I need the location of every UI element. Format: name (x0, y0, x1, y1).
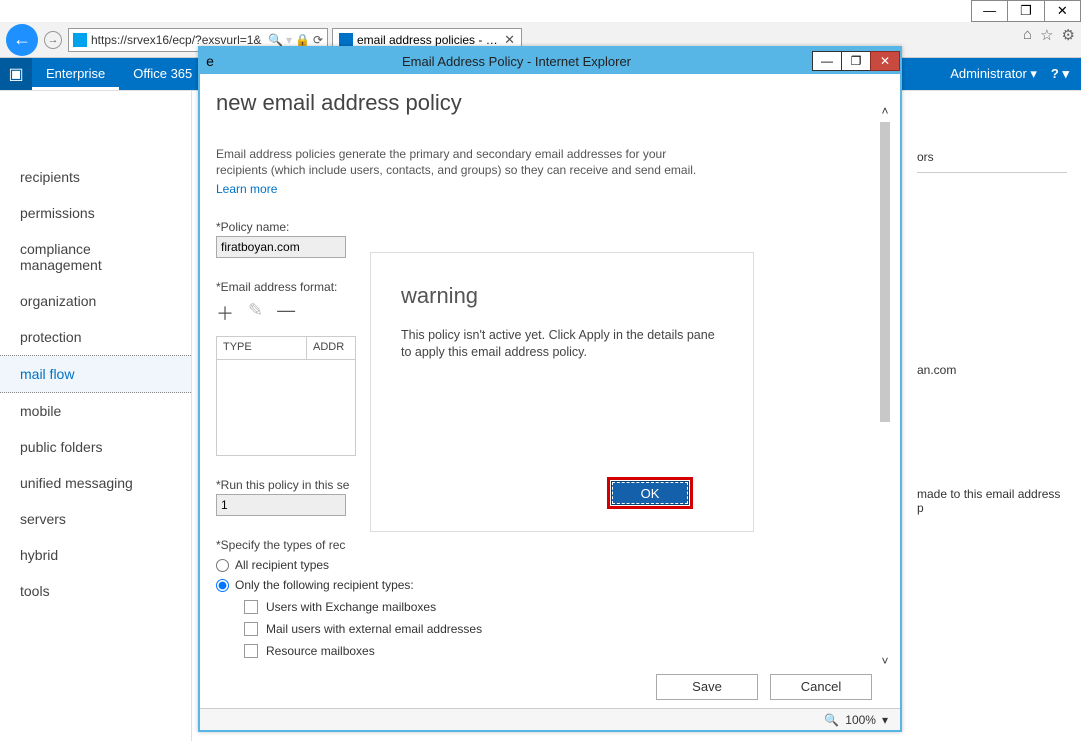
toolbar-right: ⌂ ☆ ⚙ (1023, 26, 1075, 44)
chk-exchange-mailboxes[interactable]: Users with Exchange mailboxes (244, 600, 884, 614)
checkbox-icon[interactable] (244, 644, 258, 658)
cancel-button[interactable]: Cancel (770, 674, 872, 700)
nav-tools[interactable]: tools (0, 573, 191, 609)
refresh-icon[interactable]: ⟳ (313, 33, 323, 47)
close-button[interactable]: ✕ (1044, 1, 1080, 21)
nav-recipients[interactable]: recipients (0, 159, 191, 195)
specify-label: *Specify the types of rec (216, 538, 884, 552)
tab-title: email address policies - Mic... (357, 33, 498, 47)
site-favicon-icon (73, 33, 87, 47)
zoom-value[interactable]: 100% (845, 713, 876, 727)
format-table-header: TYPE ADDR (216, 336, 356, 360)
help-menu[interactable]: ? ▾ (1051, 66, 1069, 82)
zoom-dropdown-icon[interactable]: ▾ (882, 713, 888, 727)
col-type: TYPE (217, 337, 307, 359)
modal-title-text: Email Address Policy - Internet Explorer (220, 54, 813, 69)
ok-highlight: OK (607, 477, 693, 509)
nav-unified-messaging[interactable]: unified messaging (0, 465, 191, 501)
details-heading-fragment: ors (917, 150, 1067, 164)
details-note-fragment: made to this email address p (917, 487, 1067, 515)
warning-message: This policy isn't active yet. Click Appl… (401, 327, 723, 361)
help-text: Email address policies generate the prim… (216, 146, 716, 178)
nav-organization[interactable]: organization (0, 283, 191, 319)
remove-icon[interactable]: — (277, 300, 295, 326)
details-pane: ors an.com made to this email address p (917, 150, 1067, 515)
nav-hybrid[interactable]: hybrid (0, 537, 191, 573)
outer-window-controls: — ❐ ✕ (971, 0, 1081, 22)
chk-resource-mailboxes[interactable]: Resource mailboxes (244, 644, 884, 658)
tab-enterprise[interactable]: Enterprise (32, 58, 119, 90)
ok-button[interactable]: OK (612, 482, 688, 504)
learn-more-link[interactable]: Learn more (216, 182, 277, 196)
search-icon[interactable]: 🔍 (268, 33, 283, 47)
modal-restore[interactable]: ❐ (841, 51, 871, 71)
scroll-up-icon[interactable]: ˄ (874, 104, 896, 118)
nav-mail-flow[interactable]: mail flow (0, 355, 191, 393)
restore-button[interactable]: ❐ (1007, 1, 1043, 21)
nav-permissions[interactable]: permissions (0, 195, 191, 231)
url-text: https://srvex16/ecp/?exsvurl=1& (91, 33, 264, 47)
tab-office365[interactable]: Office 365 (119, 58, 206, 90)
scroll-thumb[interactable] (880, 122, 890, 422)
radio-only-label: Only the following recipient types: (235, 578, 414, 592)
modal-heading: new email address policy (216, 90, 884, 116)
save-button[interactable]: Save (656, 674, 758, 700)
left-nav: recipients permissions compliance manage… (0, 91, 192, 741)
tab-favicon-icon (339, 33, 353, 47)
nav-public-folders[interactable]: public folders (0, 429, 191, 465)
policy-name-label: *Policy name: (216, 220, 884, 234)
modal-titlebar: e Email Address Policy - Internet Explor… (200, 48, 900, 74)
minimize-button[interactable]: — (972, 1, 1007, 21)
ie-icon: e (200, 53, 220, 69)
add-icon[interactable]: ＋ (216, 300, 234, 326)
settings-icon[interactable]: ⚙ (1062, 26, 1075, 44)
modal-close[interactable]: ✕ (870, 51, 900, 71)
chk3-label: Resource mailboxes (266, 644, 375, 658)
app-launcher-icon[interactable]: ▣ (0, 58, 32, 90)
sequence-input[interactable] (216, 494, 346, 516)
chk-mail-users[interactable]: Mail users with external email addresses (244, 622, 884, 636)
zoom-icon[interactable]: 🔍 (824, 713, 839, 727)
url-controls: 🔍 ▾ 🔒 ⟳ (268, 33, 323, 47)
modal-footer: Save Cancel (656, 674, 872, 700)
radio-only-types[interactable]: Only the following recipient types: (216, 578, 884, 592)
modal-minimize[interactable]: — (812, 51, 842, 71)
checkbox-icon[interactable] (244, 622, 258, 636)
lock-icon[interactable]: 🔒 (295, 33, 310, 47)
home-icon[interactable]: ⌂ (1023, 26, 1032, 44)
col-addr: ADDR (307, 337, 355, 359)
edit-icon[interactable]: ✎ (248, 300, 263, 326)
admin-menu[interactable]: Administrator ▾ (950, 66, 1037, 82)
details-domain-fragment: an.com (917, 363, 1067, 377)
scroll-down-icon[interactable]: ˅ (874, 654, 896, 668)
chk1-label: Users with Exchange mailboxes (266, 600, 436, 614)
radio-all-label: All recipient types (235, 558, 329, 572)
warning-title: warning (401, 283, 723, 309)
modal-status-bar: 🔍 100% ▾ (200, 708, 900, 730)
nav-compliance[interactable]: compliance management (0, 231, 191, 283)
format-table-body[interactable] (216, 360, 356, 456)
favorites-icon[interactable]: ☆ (1040, 26, 1053, 44)
nav-protection[interactable]: protection (0, 319, 191, 355)
modal-scrollbar[interactable]: ˄ ˅ (874, 104, 896, 668)
checkbox-icon[interactable] (244, 600, 258, 614)
policy-name-input[interactable] (216, 236, 346, 258)
chk2-label: Mail users with external email addresses (266, 622, 482, 636)
forward-button[interactable]: → (44, 31, 62, 49)
warning-dialog: warning This policy isn't active yet. Cl… (370, 252, 754, 532)
back-button[interactable]: ← (6, 24, 38, 56)
nav-servers[interactable]: servers (0, 501, 191, 537)
radio-all-types[interactable]: All recipient types (216, 558, 884, 572)
nav-mobile[interactable]: mobile (0, 393, 191, 429)
